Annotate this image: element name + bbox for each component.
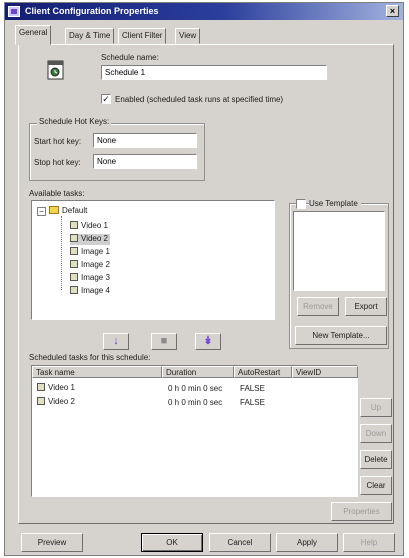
window-title: Client Configuration Properties — [25, 6, 159, 16]
tree-line — [61, 216, 62, 290]
new-template-button[interactable]: New Template... — [295, 326, 387, 345]
tree-item-label: Image 3 — [81, 273, 110, 282]
tree-item-image-3[interactable]: Image 3 — [70, 273, 110, 284]
table-row[interactable]: Video 2 0 h 0 min 0 sec FALSE — [32, 396, 357, 408]
preview-button[interactable]: Preview — [21, 533, 83, 552]
tree-item-label: Default — [62, 206, 88, 215]
tree-item-label: Video 1 — [81, 221, 108, 230]
tree-item-image-4[interactable]: Image 4 — [70, 286, 110, 297]
task-name: Video 1 — [48, 383, 75, 392]
available-tasks-label: Available tasks: — [29, 189, 85, 198]
task-name-cell: Video 1 — [37, 383, 75, 392]
task-icon — [37, 383, 45, 391]
help-button[interactable]: Help — [343, 533, 395, 552]
properties-button[interactable]: Properties — [331, 502, 392, 521]
task-icon — [70, 234, 78, 242]
tab-client-filter[interactable]: Client Filter — [118, 28, 167, 44]
scheduled-tasks-list[interactable]: Task name Duration AutoRestart ViewID Vi… — [31, 365, 358, 497]
start-hotkey-input[interactable] — [93, 133, 197, 148]
task-icon — [37, 397, 45, 405]
dialog-window: Client Configuration Properties × Genera… — [4, 2, 404, 556]
tab-view[interactable]: View — [175, 28, 201, 44]
tab-day-time[interactable]: Day & Time — [65, 28, 115, 44]
column-header-duration[interactable]: Duration — [162, 366, 234, 378]
schedule-name-input[interactable] — [101, 65, 327, 80]
tab-label: Day & Time — [69, 31, 111, 40]
close-button[interactable]: × — [386, 5, 399, 17]
tree-item-label: Image 1 — [81, 247, 110, 256]
schedule-name-label: Schedule name: — [101, 53, 159, 62]
tree-item-label: Image 2 — [81, 260, 110, 269]
down-arrow-icon: ↓ — [113, 335, 119, 347]
tree-root-default[interactable]: − Default — [37, 206, 87, 217]
task-icon — [70, 286, 78, 294]
enabled-checkbox[interactable]: ✓ — [101, 94, 111, 104]
tree-item-label: Image 4 — [81, 286, 110, 295]
hotkeys-group-label: Schedule Hot Keys: — [37, 117, 112, 126]
tree-item-video-2[interactable]: Video 2 — [70, 234, 110, 245]
delete-button[interactable]: Delete — [360, 450, 392, 469]
tree-item-label: Video 2 — [81, 234, 108, 243]
autorestart-cell: FALSE — [240, 398, 265, 407]
task-icon — [70, 273, 78, 281]
start-hotkey-label: Start hot key: — [34, 137, 82, 146]
available-tasks-tree[interactable]: − Default Video 1 Video 2 Image 1 Image 2… — [31, 200, 275, 320]
column-header-task-name[interactable]: Task name — [32, 366, 162, 378]
template-list[interactable] — [293, 211, 385, 291]
title-bar[interactable]: Client Configuration Properties × — [5, 3, 403, 20]
enabled-label: Enabled (scheduled task runs at specifie… — [115, 95, 284, 104]
task-icon — [70, 221, 78, 229]
duration-cell: 0 h 0 min 0 sec — [168, 398, 223, 407]
column-header-autorestart[interactable]: AutoRestart — [234, 366, 292, 378]
use-template-checkbox[interactable] — [296, 199, 306, 209]
stop-icon: ■ — [160, 335, 168, 347]
move-up-button[interactable]: Up — [360, 398, 392, 417]
app-icon — [8, 6, 20, 17]
move-down-button[interactable]: Down — [360, 424, 392, 443]
scheduled-tasks-label: Scheduled tasks for this schedule: — [29, 353, 151, 362]
duration-cell: 0 h 0 min 0 sec — [168, 384, 223, 393]
task-icon — [70, 247, 78, 255]
add-all-tasks-button[interactable]: ↡ — [195, 333, 221, 350]
stop-button[interactable]: ■ — [151, 333, 177, 350]
task-icon — [70, 260, 78, 268]
apply-button[interactable]: Apply — [276, 533, 338, 552]
export-template-button[interactable]: Export — [345, 297, 387, 316]
tab-label: View — [179, 31, 197, 40]
stop-hotkey-input[interactable] — [93, 154, 197, 169]
double-down-arrow-icon: ↡ — [203, 335, 213, 347]
add-task-button[interactable]: ↓ — [103, 333, 129, 350]
stop-hotkey-label: Stop hot key: — [34, 158, 81, 167]
tab-general[interactable]: General — [15, 25, 52, 45]
collapse-icon[interactable]: − — [37, 207, 46, 216]
schedule-icon — [45, 59, 67, 81]
tree-item-video-1[interactable]: Video 1 — [70, 221, 108, 232]
folder-icon — [49, 206, 59, 214]
autorestart-cell: FALSE — [240, 384, 265, 393]
use-template-label: Use Template — [309, 199, 361, 208]
ok-button[interactable]: OK — [141, 533, 203, 552]
tab-label: Client Filter — [122, 31, 163, 40]
clear-button[interactable]: Clear — [360, 476, 392, 495]
tree-item-image-2[interactable]: Image 2 — [70, 260, 110, 271]
task-name-cell: Video 2 — [37, 397, 75, 406]
hotkeys-group — [29, 123, 205, 181]
task-name: Video 2 — [48, 397, 75, 406]
remove-template-button[interactable]: Remove — [297, 297, 339, 316]
table-row[interactable]: Video 1 0 h 0 min 0 sec FALSE — [32, 382, 357, 394]
tree-item-image-1[interactable]: Image 1 — [70, 247, 110, 258]
column-header-viewid[interactable]: ViewID — [292, 366, 358, 378]
tab-label: General — [19, 28, 48, 37]
cancel-button[interactable]: Cancel — [209, 533, 271, 552]
